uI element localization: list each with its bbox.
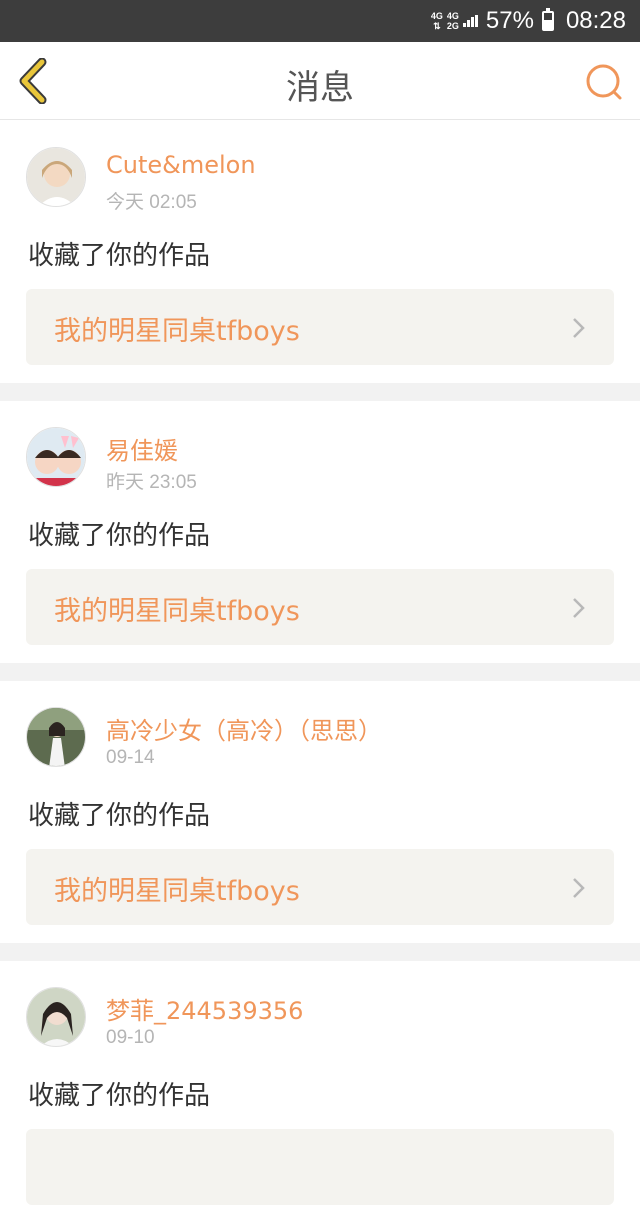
avatar[interactable] <box>26 147 86 207</box>
message-action: 收藏了你的作品 <box>28 521 211 551</box>
username[interactable]: Cute&melon <box>106 151 256 179</box>
app-header: 消息 <box>0 42 640 120</box>
message-item: 梦菲_244539356 09-10 收藏了你的作品 <box>0 961 640 1223</box>
message-time: 09-14 <box>106 747 155 768</box>
divider <box>0 383 640 401</box>
work-title: 我的明星同桌tfboys <box>54 876 300 907</box>
data-arrows-icon: ⇅ <box>433 21 441 31</box>
search-button[interactable] <box>584 62 624 102</box>
avatar[interactable] <box>26 707 86 767</box>
work-title: 我的明星同桌tfboys <box>54 596 300 627</box>
message-time: 09-10 <box>106 1027 155 1048</box>
avatar[interactable] <box>26 427 86 487</box>
network-indicator: 4G ⇅ 4G 2G <box>431 11 478 31</box>
divider <box>0 943 640 961</box>
message-action: 收藏了你的作品 <box>28 241 211 271</box>
avatar[interactable] <box>26 987 86 1047</box>
network-type-label: 4G <box>430 11 443 21</box>
work-link[interactable]: 我的明星同桌tfboys <box>26 569 614 645</box>
work-link[interactable]: 我的明星同桌tfboys <box>26 289 614 365</box>
work-link[interactable]: 我的明星同桌tfboys <box>26 849 614 925</box>
signal-icon <box>462 15 478 27</box>
search-icon <box>586 64 622 100</box>
message-item: Cute&melon 今天 02:05 收藏了你的作品 我的明星同桌tfboys <box>0 121 640 383</box>
message-list: Cute&melon 今天 02:05 收藏了你的作品 我的明星同桌tfboys… <box>0 121 640 1223</box>
chevron-right-icon <box>573 598 585 618</box>
chevron-right-icon <box>573 318 585 338</box>
network-2g-label: 2G <box>446 21 459 31</box>
work-link[interactable] <box>26 1129 614 1205</box>
message-action: 收藏了你的作品 <box>28 801 211 831</box>
message-time: 今天 02:05 <box>106 192 197 213</box>
message-item: 高冷少女（高冷）（思思） 09-14 收藏了你的作品 我的明星同桌tfboys <box>0 681 640 943</box>
message-time: 昨天 23:05 <box>106 472 197 493</box>
chevron-right-icon <box>573 878 585 898</box>
page-title: 消息 <box>286 68 354 108</box>
network-type-label-2: 4G <box>446 11 459 21</box>
divider <box>0 663 640 681</box>
message-action: 收藏了你的作品 <box>28 1081 211 1111</box>
status-time: 08:28 <box>565 7 626 34</box>
work-title: 我的明星同桌tfboys <box>54 316 300 347</box>
username[interactable]: 梦菲_244539356 <box>106 991 303 1026</box>
message-item: 易佳媛 昨天 23:05 收藏了你的作品 我的明星同桌tfboys <box>0 401 640 663</box>
username[interactable]: 易佳媛 <box>106 431 178 466</box>
username[interactable]: 高冷少女（高冷）（思思） <box>106 711 382 746</box>
status-bar: 4G ⇅ 4G 2G 57% 08:28 <box>0 0 640 42</box>
battery-icon <box>541 8 554 31</box>
battery-percent: 57% <box>485 7 534 34</box>
